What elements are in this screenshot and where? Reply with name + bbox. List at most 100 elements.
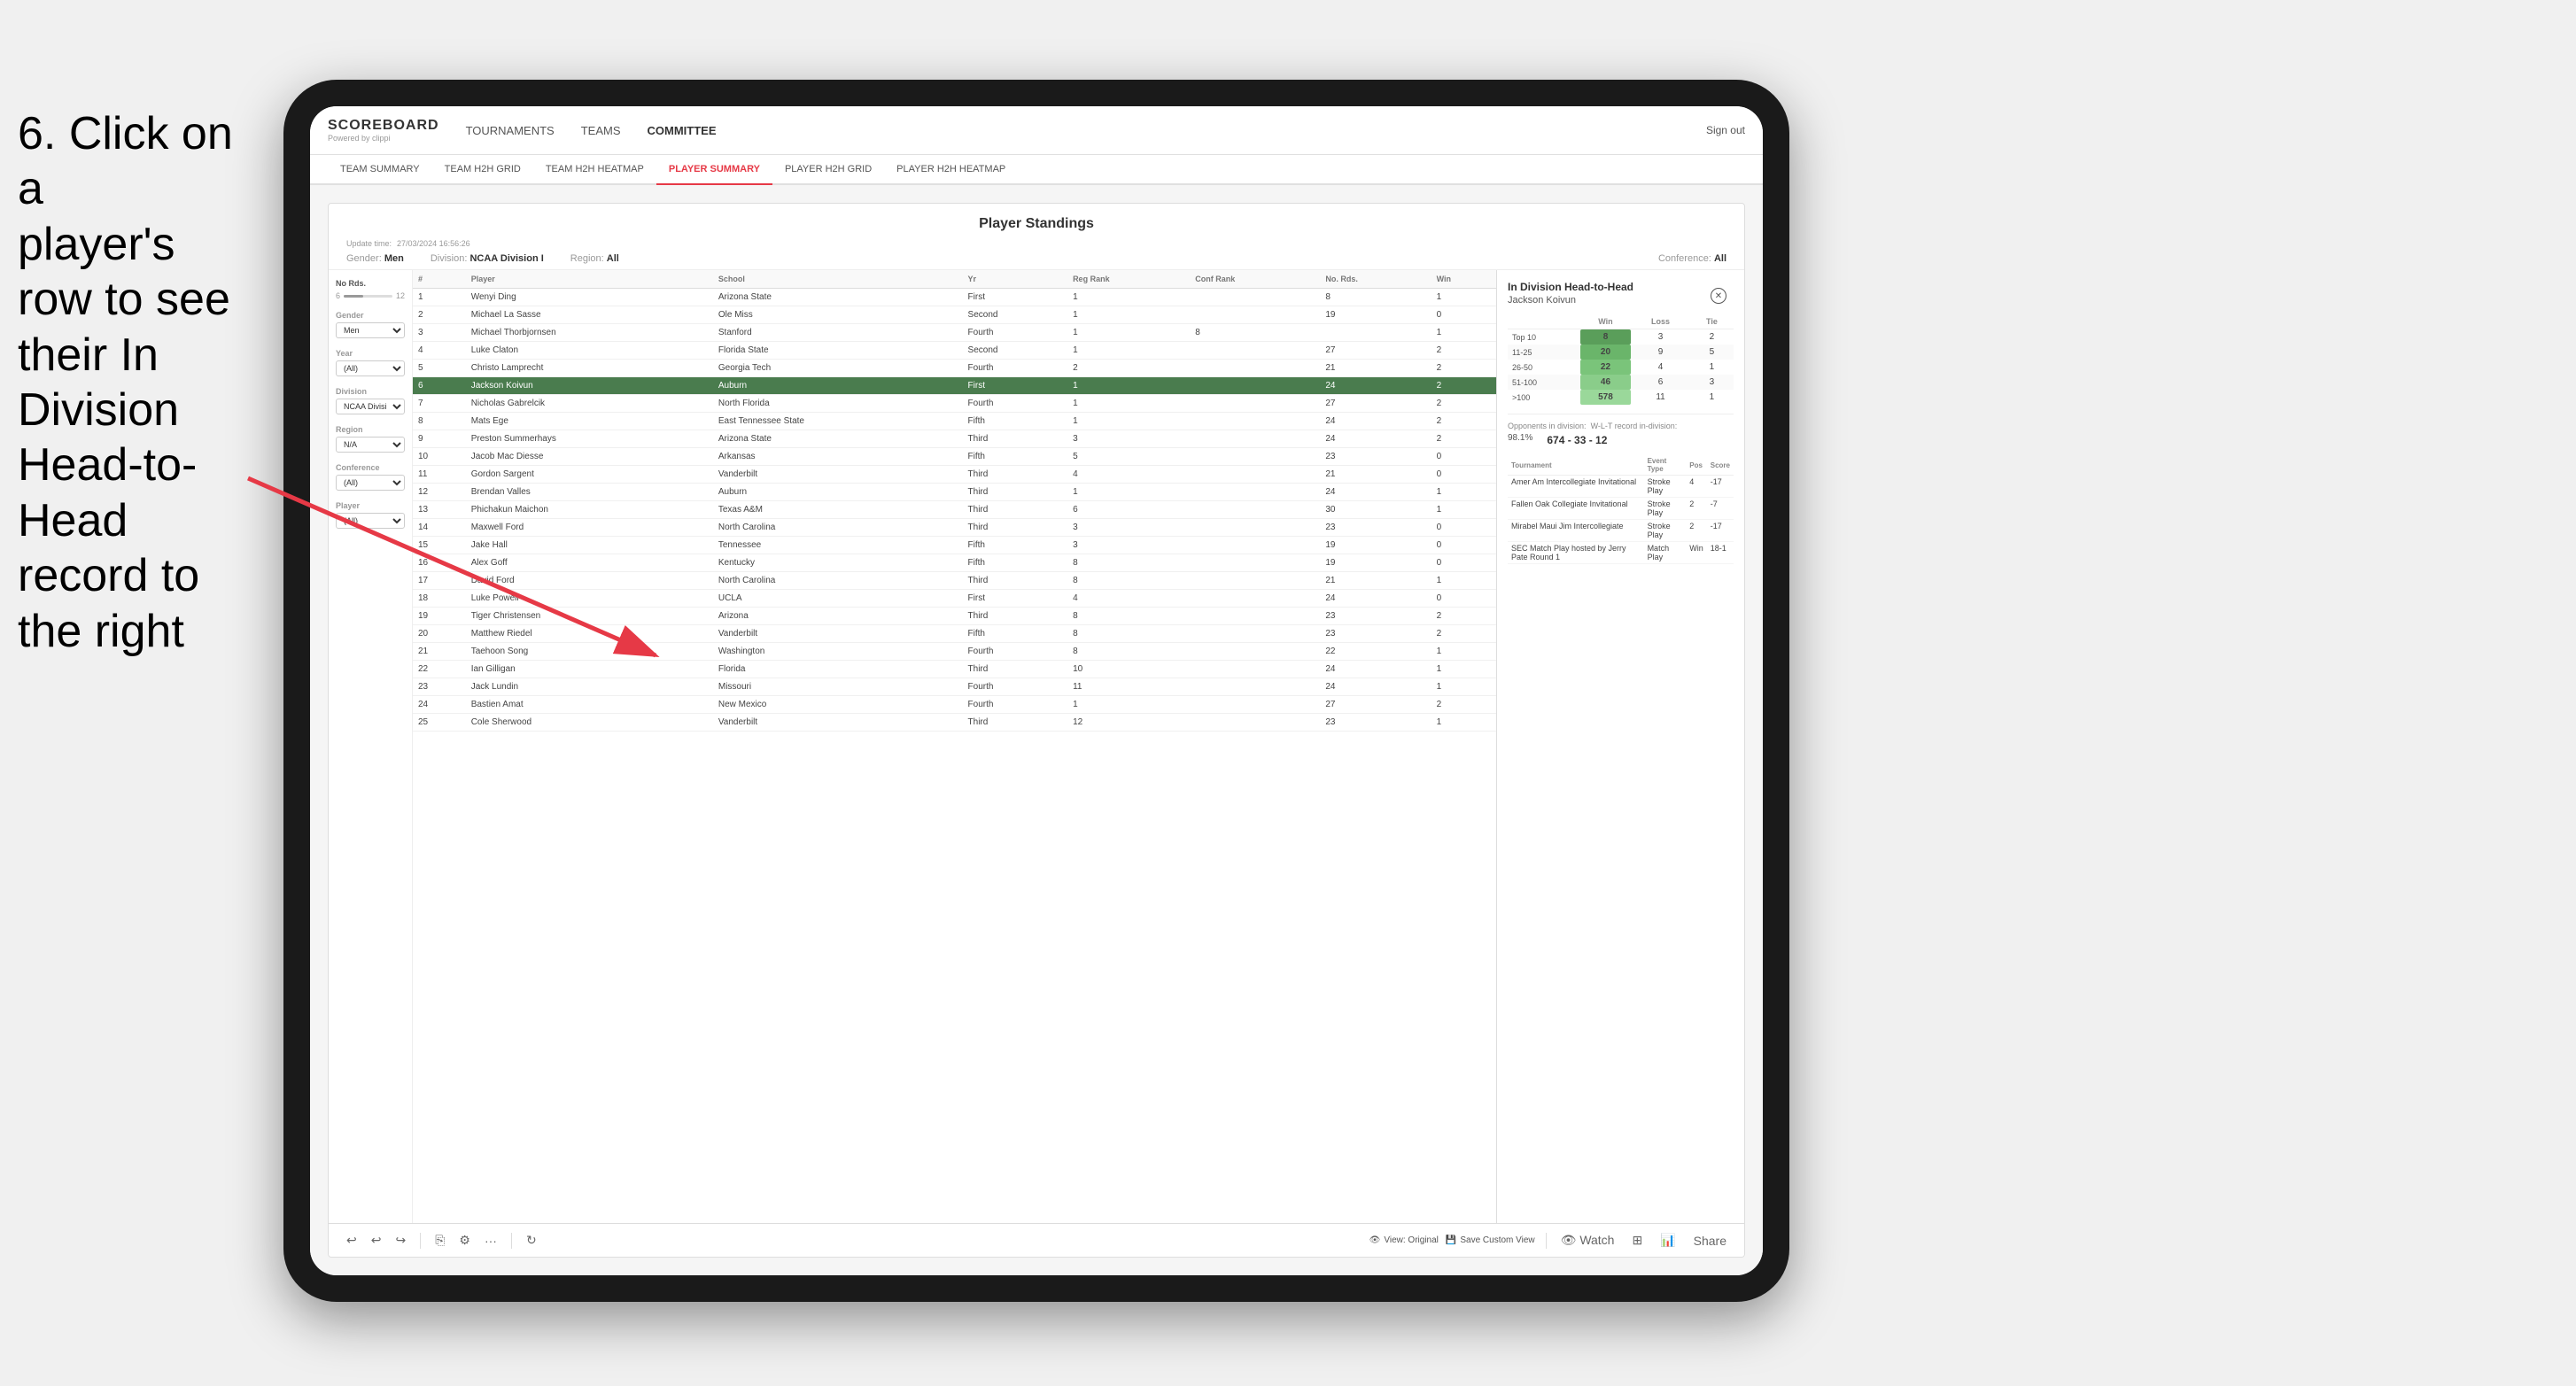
grid-button[interactable]: ⊞ — [1628, 1231, 1646, 1250]
table-row[interactable]: 12 Brendan Valles Auburn Third 1 24 1 — [413, 484, 1496, 501]
sub-nav-team-h2h-heatmap[interactable]: TEAM H2H HEATMAP — [533, 155, 656, 185]
slider-bar[interactable] — [344, 295, 392, 298]
cell-yr: Second — [963, 306, 1068, 324]
table-row[interactable]: 17 David Ford North Carolina Third 8 21 … — [413, 572, 1496, 590]
cell-conf — [1190, 395, 1320, 413]
cell-player: Jackson Koivun — [466, 377, 713, 395]
more-button[interactable]: ··· — [481, 1232, 500, 1250]
undo-button[interactable]: ↩ — [343, 1231, 361, 1250]
table-row[interactable]: 5 Christo Lamprecht Georgia Tech Fourth … — [413, 360, 1496, 377]
table-row[interactable]: 16 Alex Goff Kentucky Fifth 8 19 0 — [413, 554, 1496, 572]
conference-filter-select[interactable]: (All) — [336, 475, 405, 491]
h2h-close-button[interactable]: ✕ — [1711, 288, 1726, 304]
table-row[interactable]: 14 Maxwell Ford North Carolina Third 3 2… — [413, 519, 1496, 537]
save-custom-view-button[interactable]: 💾 Save Custom View — [1446, 1235, 1535, 1245]
chart-button[interactable]: 📊 — [1657, 1231, 1679, 1250]
h2h-table-row: 26-50 22 4 1 — [1508, 360, 1734, 375]
cell-rds: 24 — [1320, 484, 1431, 501]
share-button[interactable]: Share — [1690, 1232, 1730, 1250]
table-row[interactable]: 15 Jake Hall Tennessee Fifth 3 19 0 — [413, 537, 1496, 554]
cell-reg: 4 — [1067, 590, 1190, 608]
table-row[interactable]: 7 Nicholas Gabrelcik North Florida Fourt… — [413, 395, 1496, 413]
cell-yr: Fifth — [963, 554, 1068, 572]
cell-reg: 1 — [1067, 289, 1190, 306]
cell-win: 1 — [1432, 572, 1496, 590]
table-row[interactable]: 13 Phichakun Maichon Texas A&M Third 6 3… — [413, 501, 1496, 519]
cell-yr: Fifth — [963, 413, 1068, 430]
table-row[interactable]: 11 Gordon Sargent Vanderbilt Third 4 21 … — [413, 466, 1496, 484]
conference-label: Conference: — [1658, 253, 1711, 264]
division-filter-select[interactable]: NCAA Division I — [336, 399, 405, 414]
table-row[interactable]: 25 Cole Sherwood Vanderbilt Third 12 23 … — [413, 714, 1496, 732]
filter-region: Region: All — [570, 253, 619, 264]
sub-nav-player-summary[interactable]: PLAYER SUMMARY — [656, 155, 772, 185]
redo-button[interactable]: ↩ — [368, 1231, 385, 1250]
table-row[interactable]: 6 Jackson Koivun Auburn First 1 24 2 — [413, 377, 1496, 395]
h2h-win: 578 — [1580, 390, 1631, 405]
sub-nav-team-h2h-grid[interactable]: TEAM H2H GRID — [432, 155, 533, 185]
cell-rds: 27 — [1320, 696, 1431, 714]
forward-button[interactable]: ↪ — [392, 1231, 409, 1250]
sign-out-button[interactable]: Sign out — [1706, 124, 1745, 136]
copy-button[interactable]: ⎘ — [431, 1231, 448, 1250]
cell-yr: Fourth — [963, 395, 1068, 413]
table-row[interactable]: 20 Matthew Riedel Vanderbilt Fifth 8 23 … — [413, 625, 1496, 643]
cell-reg: 8 — [1067, 572, 1190, 590]
cell-reg: 3 — [1067, 430, 1190, 448]
watch-button[interactable]: 👁 Watch — [1557, 1231, 1618, 1250]
cell-reg: 1 — [1067, 696, 1190, 714]
gender-filter-select[interactable]: Men — [336, 322, 405, 338]
refresh-button[interactable]: ↻ — [523, 1231, 540, 1250]
table-row[interactable]: 8 Mats Ege East Tennessee State Fifth 1 … — [413, 413, 1496, 430]
table-row[interactable]: 9 Preston Summerhays Arizona State Third… — [413, 430, 1496, 448]
sub-nav-player-h2h-grid[interactable]: PLAYER H2H GRID — [772, 155, 884, 185]
table-row[interactable]: 23 Jack Lundin Missouri Fourth 11 24 1 — [413, 678, 1496, 696]
region-label: Region: — [570, 253, 604, 264]
table-row[interactable]: 21 Taehoon Song Washington Fourth 8 22 1 — [413, 643, 1496, 661]
col-yr: Yr — [963, 270, 1068, 289]
h2h-rank: >100 — [1508, 390, 1580, 405]
nav-tournaments[interactable]: TOURNAMENTS — [466, 120, 555, 141]
cell-conf — [1190, 608, 1320, 625]
region-filter-select[interactable]: N/A — [336, 437, 405, 453]
t-pos: 2 — [1686, 498, 1707, 520]
cell-num: 7 — [413, 395, 466, 413]
cell-yr: Third — [963, 714, 1068, 732]
year-filter-select[interactable]: (All) — [336, 360, 405, 376]
division-filter-label: Division — [336, 387, 405, 396]
table-row[interactable]: 1 Wenyi Ding Arizona State First 1 8 1 — [413, 289, 1496, 306]
table-row[interactable]: 10 Jacob Mac Diesse Arkansas Fifth 5 23 … — [413, 448, 1496, 466]
cell-num: 3 — [413, 324, 466, 342]
view-original-button[interactable]: 👁 View: Original — [1369, 1235, 1439, 1245]
table-row[interactable]: 19 Tiger Christensen Arizona Third 8 23 … — [413, 608, 1496, 625]
cell-school: North Carolina — [713, 572, 963, 590]
cell-num: 6 — [413, 377, 466, 395]
cell-yr: Fifth — [963, 625, 1068, 643]
table-row[interactable]: 24 Bastien Amat New Mexico Fourth 1 27 2 — [413, 696, 1496, 714]
cell-school: Arkansas — [713, 448, 963, 466]
h2h-loss: 3 — [1631, 329, 1690, 345]
settings-button[interactable]: ⚙ — [455, 1231, 474, 1250]
sub-nav-team-summary[interactable]: TEAM SUMMARY — [328, 155, 432, 185]
nav-teams[interactable]: TEAMS — [581, 120, 621, 141]
sub-nav-player-h2h-heatmap[interactable]: PLAYER H2H HEATMAP — [884, 155, 1018, 185]
player-filter-select[interactable]: (All) — [336, 513, 405, 529]
nav-committee[interactable]: COMMITTEE — [648, 120, 717, 141]
h2h-title: In Division Head-to-Head — [1508, 281, 1734, 293]
table-row[interactable]: 22 Ian Gilligan Florida Third 10 24 1 — [413, 661, 1496, 678]
cell-num: 20 — [413, 625, 466, 643]
table-row[interactable]: 2 Michael La Sasse Ole Miss Second 1 19 … — [413, 306, 1496, 324]
cell-rds: 24 — [1320, 413, 1431, 430]
cell-num: 21 — [413, 643, 466, 661]
logo-scoreboard: SCOREBOARD — [328, 118, 439, 134]
table-row[interactable]: 18 Luke Powell UCLA First 4 24 0 — [413, 590, 1496, 608]
cell-conf — [1190, 448, 1320, 466]
table-row[interactable]: 4 Luke Claton Florida State Second 1 27 … — [413, 342, 1496, 360]
h2h-tbody: Top 10 8 3 2 11-25 20 9 5 26-50 22 4 1 5… — [1508, 329, 1734, 406]
table-row[interactable]: 3 Michael Thorbjornsen Stanford Fourth 1… — [413, 324, 1496, 342]
conference-filter-label: Conference — [336, 463, 405, 472]
h2h-table-row: 51-100 46 6 3 — [1508, 375, 1734, 390]
h2h-rank: Top 10 — [1508, 329, 1580, 345]
cell-conf — [1190, 430, 1320, 448]
cell-num: 9 — [413, 430, 466, 448]
